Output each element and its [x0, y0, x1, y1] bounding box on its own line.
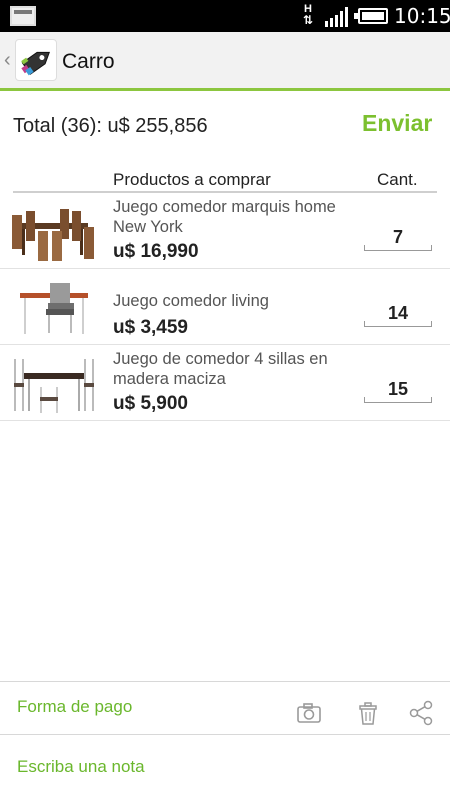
dining-set-image	[12, 209, 94, 261]
quantity-field[interactable]: 7	[364, 227, 432, 251]
notification-icon	[10, 6, 36, 26]
dining-set-image	[20, 283, 88, 334]
quantity-field[interactable]: 14	[364, 303, 432, 327]
chevron-left-icon[interactable]: ‹	[4, 50, 11, 70]
product-price: u$ 3,459	[113, 317, 188, 338]
product-name: Juego comedor marquis home New York	[113, 198, 336, 236]
product-price: u$ 16,990	[113, 241, 199, 262]
action-bar-divider	[0, 88, 450, 91]
cart-total: Total (36): u$ 255,856	[13, 115, 208, 137]
quantity-column-header: Cant.	[377, 170, 418, 189]
product-price: u$ 5,900	[113, 393, 188, 414]
page-title: Carro	[62, 50, 115, 73]
products-column-header: Productos a comprar	[113, 170, 271, 189]
table-row[interactable]: Juego de comedor 4 sillas en madera maci…	[0, 345, 450, 421]
footer-divider	[0, 734, 450, 735]
send-button[interactable]: Enviar	[362, 110, 432, 137]
clock: 10:15	[394, 4, 450, 28]
footer-divider	[0, 681, 450, 682]
status-bar: H ⇅ 10:15	[0, 0, 450, 32]
product-name: Juego de comedor 4 sillas en madera maci…	[113, 350, 328, 388]
product-name: Juego comedor living	[113, 292, 269, 310]
network-type-icon: H ⇅	[302, 3, 314, 27]
payment-method-link[interactable]: Forma de pago	[17, 697, 132, 717]
table-row[interactable]: Juego comedor marquis home New York u$ 1…	[0, 193, 450, 269]
price-tag-icon[interactable]	[15, 39, 57, 81]
table-row[interactable]: Juego comedor living u$ 3,459 14	[0, 269, 450, 345]
action-bar: ‹ Carro	[0, 32, 450, 90]
quantity-field[interactable]: 15	[364, 379, 432, 403]
write-note-link[interactable]: Escriba una nota	[17, 757, 145, 777]
trash-icon[interactable]	[355, 700, 381, 726]
camera-icon[interactable]	[296, 700, 322, 726]
share-icon[interactable]	[408, 700, 434, 726]
battery-icon	[354, 8, 388, 24]
dining-set-image	[14, 359, 94, 413]
signal-icon	[325, 7, 348, 27]
